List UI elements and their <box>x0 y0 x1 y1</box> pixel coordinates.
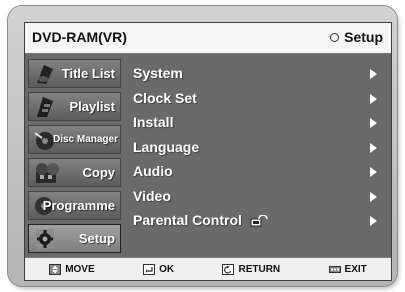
sidebar-item-playlist[interactable]: Playlist <box>28 92 121 121</box>
sidebar-item-title-list[interactable]: Title List <box>28 59 121 88</box>
menu-item-label: Video <box>133 187 171 204</box>
hint-return: RETURN <box>222 263 281 275</box>
up-down-arrows-icon <box>49 263 62 275</box>
film-disc-icon <box>37 97 53 117</box>
sidebar-item-programme[interactable]: Programme <box>28 191 121 220</box>
menu-item-video[interactable]: Video <box>133 184 381 209</box>
breadcrumb-label: Setup <box>344 29 383 45</box>
chevron-right-icon <box>370 191 377 202</box>
chevron-right-icon <box>370 167 377 177</box>
button-hint-bar: MOVE OK RETURN EXIT <box>25 257 391 280</box>
hint-exit-label: EXIT <box>344 263 367 275</box>
sidebar: Title List Playlist Disc Manager Copy Pr… <box>28 59 121 253</box>
title-bar: DVD-RAM(VR) Setup <box>25 23 391 54</box>
chevron-right-icon <box>370 93 377 104</box>
menu-item-label: Parental Control <box>133 212 242 229</box>
sidebar-item-copy[interactable]: Copy <box>28 158 121 187</box>
hint-move: MOVE <box>49 263 95 275</box>
circle-icon <box>330 32 340 42</box>
sidebar-item-label: Playlist <box>69 99 115 114</box>
sidebar-item-disc-manager[interactable]: Disc Manager <box>28 125 121 154</box>
chevron-right-icon <box>370 142 377 153</box>
setup-menu: System Clock Set Install Language Audio … <box>133 61 381 233</box>
exit-icon <box>328 265 341 273</box>
sidebar-item-label: Setup <box>78 231 115 246</box>
enter-icon <box>143 263 156 275</box>
menu-item-label: Audio <box>133 163 173 180</box>
menu-item-label: Install <box>133 114 174 131</box>
menu-item-label: Clock Set <box>133 89 197 106</box>
sidebar-item-label: Disc Manager <box>52 134 118 145</box>
menu-item-clock-set[interactable]: Clock Set <box>133 86 381 111</box>
sidebar-item-label: Title List <box>61 66 115 81</box>
menu-item-audio[interactable]: Audio <box>133 159 381 184</box>
menu-item-label: Language <box>133 138 200 155</box>
hint-ok: OK <box>143 263 175 275</box>
menu-item-install[interactable]: Install <box>133 110 381 135</box>
sidebar-item-setup[interactable]: Setup <box>28 224 121 253</box>
disc-icon <box>37 65 53 84</box>
lock-icon <box>250 215 268 227</box>
sidebar-item-label: Programme <box>42 198 115 213</box>
hint-ok-label: OK <box>159 263 175 275</box>
disc-type-title: DVD-RAM(VR) <box>32 29 127 45</box>
sidebar-item-label: Copy <box>82 165 116 180</box>
menu-item-system[interactable]: System <box>133 61 381 86</box>
hint-move-label: MOVE <box>65 263 95 275</box>
osd-screen: DVD-RAM(VR) Setup Title List Playlist Di… <box>24 22 392 281</box>
menu-item-parental-control[interactable]: Parental Control <box>133 208 381 233</box>
chevron-right-icon <box>370 69 377 79</box>
breadcrumb: Setup <box>330 29 383 45</box>
chevron-right-icon <box>370 216 377 226</box>
return-icon <box>222 263 235 275</box>
hint-return-label: RETURN <box>238 263 281 275</box>
menu-item-language[interactable]: Language <box>133 135 381 160</box>
menu-item-label: System <box>133 65 183 82</box>
copy-discs-icon <box>36 163 59 183</box>
chevron-right-icon <box>370 118 377 128</box>
hint-exit: EXIT <box>328 263 367 275</box>
gear-icon <box>36 229 54 249</box>
